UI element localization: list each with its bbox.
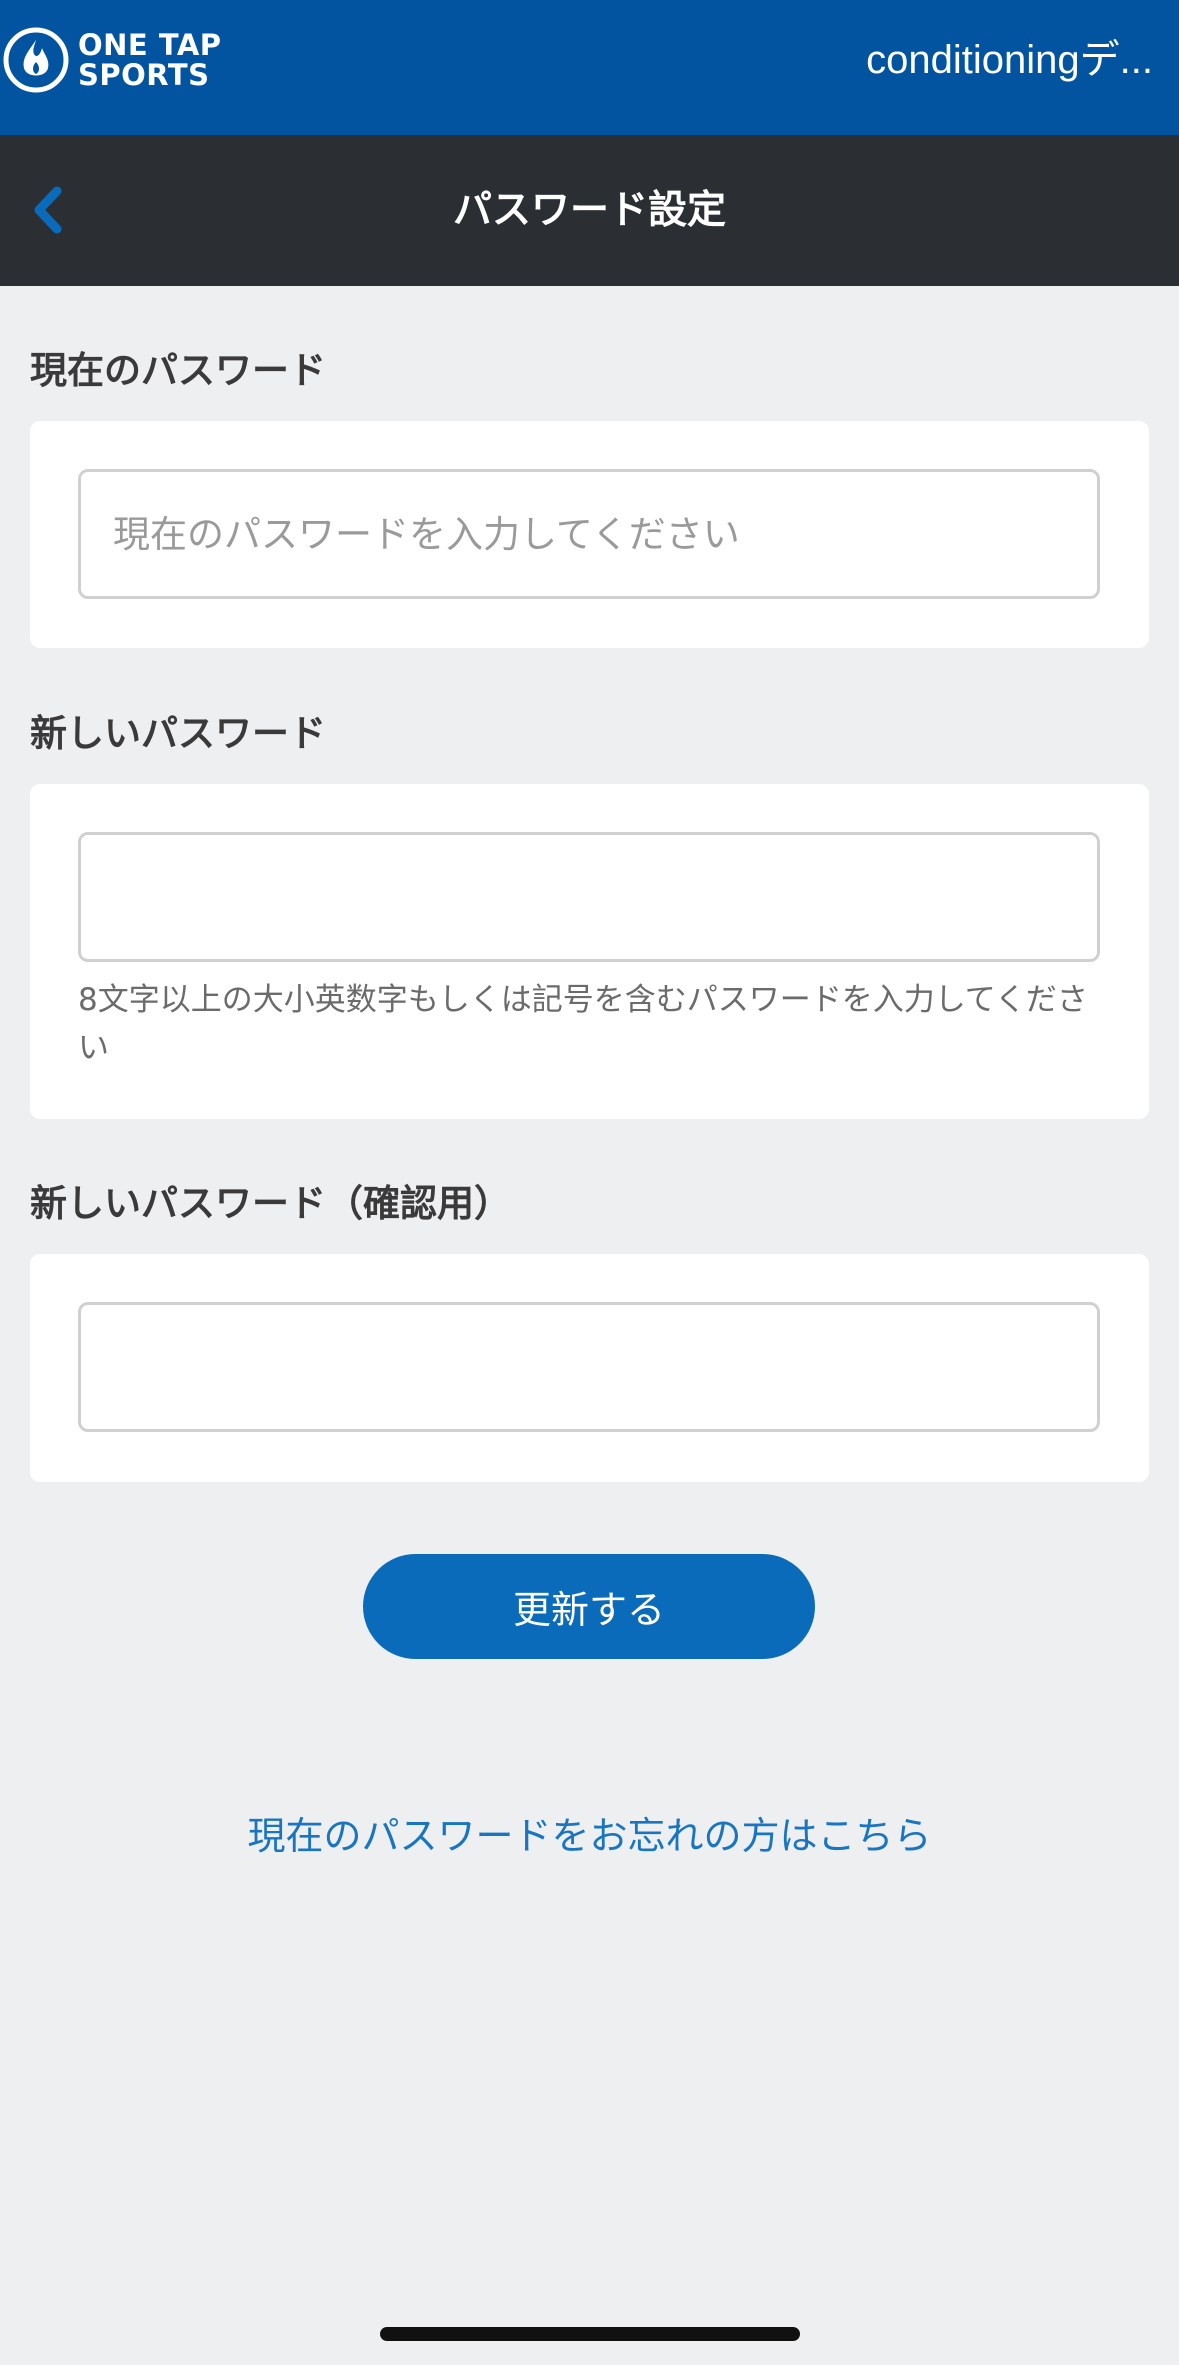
new-password-input[interactable] bbox=[78, 832, 1100, 962]
new-password-hint: 8文字以上の大小英数字もしくは記号を含むパスワードを入力してください bbox=[78, 982, 1088, 1066]
user-name[interactable]: conditioningデ... bbox=[866, 0, 1153, 120]
app-logo: ONE TAP SPORTS bbox=[2, 25, 222, 95]
current-password-label: 現在のパスワード bbox=[30, 349, 326, 392]
home-indicator[interactable] bbox=[380, 2327, 800, 2341]
forgot-password-link[interactable]: 現在のパスワードをお忘れの方はこちら bbox=[0, 1805, 1179, 1860]
logo-flame-icon bbox=[3, 27, 69, 93]
current-password-card bbox=[30, 421, 1149, 648]
nav-bar: パスワード設定 bbox=[0, 135, 1179, 286]
confirm-password-card bbox=[30, 1254, 1149, 1482]
page-title: パスワード設定 bbox=[452, 188, 726, 233]
logo-text: ONE TAP SPORTS bbox=[78, 30, 222, 90]
app-header: ONE TAP SPORTS conditioningデ... bbox=[0, 0, 1179, 135]
logo-line-2: SPORTS bbox=[78, 58, 210, 92]
logo-line-1: ONE TAP bbox=[78, 28, 222, 62]
new-password-card: 8文字以上の大小英数字もしくは記号を含むパスワードを入力してください bbox=[30, 784, 1149, 1119]
confirm-password-label: 新しいパスワード（確認用） bbox=[30, 1182, 511, 1225]
update-button[interactable]: 更新する bbox=[363, 1554, 815, 1659]
current-password-input[interactable] bbox=[78, 469, 1100, 599]
new-password-label: 新しいパスワード bbox=[30, 712, 326, 755]
confirm-password-input[interactable] bbox=[78, 1302, 1100, 1432]
